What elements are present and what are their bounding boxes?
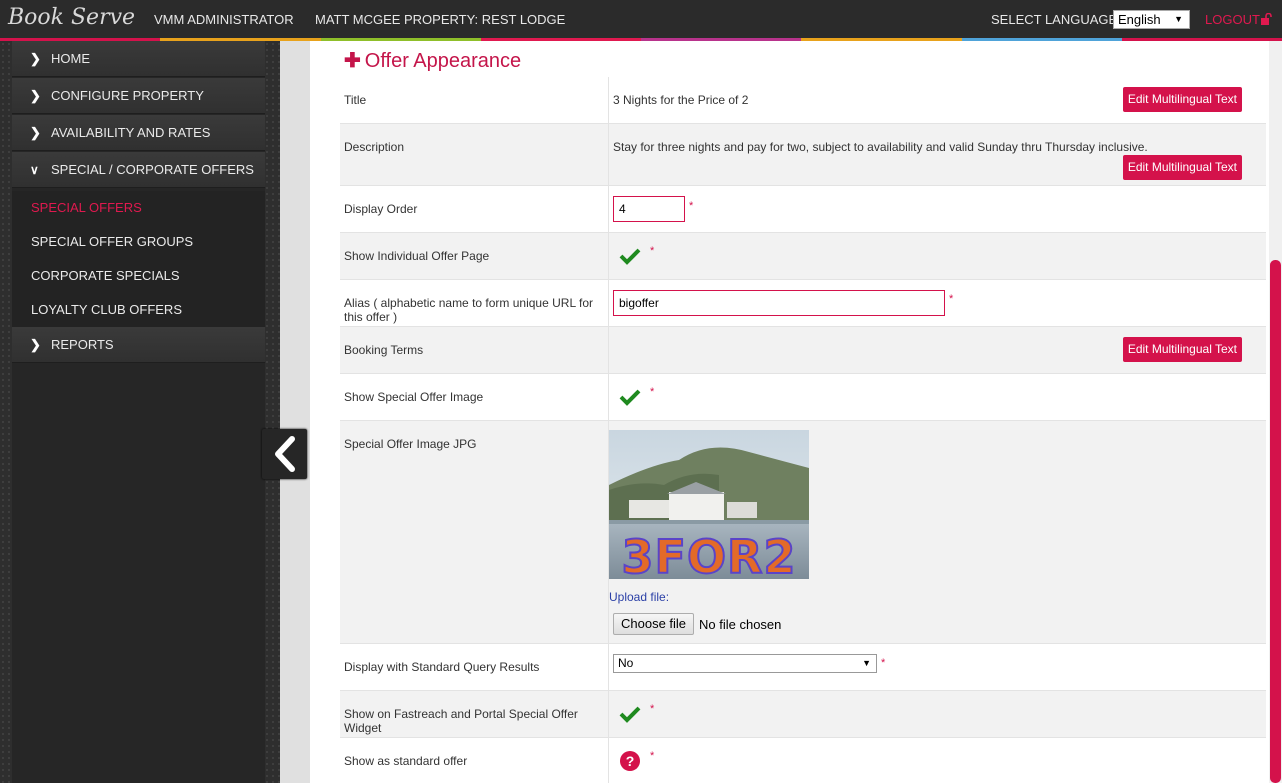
field-label: Show on Fastreach and Portal Special Off… — [344, 707, 578, 735]
edit-multilingual-booking-terms-button[interactable]: Edit Multilingual Text — [1122, 337, 1242, 362]
form-row-standard-query: Display with Standard Query Results No ▼… — [340, 644, 1266, 691]
user-name: MATT MCGEE — [315, 12, 401, 27]
collapse-sidebar-button[interactable] — [262, 429, 307, 479]
field-label: Show as standard offer — [344, 754, 468, 768]
sidebar-subitem-special-offer-groups[interactable]: SPECIAL OFFER GROUPS — [12, 225, 265, 259]
offer-image-text: 3FOR2 — [622, 530, 797, 579]
help-icon[interactable]: ? — [620, 751, 640, 771]
field-label: Description — [344, 140, 405, 154]
sidebar-subitem-loyalty-club-offers[interactable]: LOYALTY CLUB OFFERS — [12, 293, 265, 327]
required-marker: * — [650, 245, 655, 257]
chevron-right-icon: ❯ — [30, 337, 41, 352]
field-label: Display Order — [344, 202, 418, 216]
sidebar-subitem-corporate-specials[interactable]: CORPORATE SPECIALS — [12, 259, 265, 293]
checkmark-icon[interactable] — [619, 247, 641, 265]
field-label: Booking Terms — [344, 343, 424, 357]
offer-image-thumbnail: 3FOR2 — [609, 430, 809, 579]
sidebar-item-label: HOME — [51, 51, 90, 66]
top-bar: Book Serve VMM ADMINISTRATOR MATT MCGEE … — [0, 0, 1282, 40]
form-row-alias: Alias ( alphabetic name to form unique U… — [340, 280, 1266, 327]
display-order-input[interactable]: 4 — [613, 196, 685, 222]
upload-file-label: Upload file: — [609, 590, 670, 604]
scrollbar-thumb[interactable] — [1270, 260, 1281, 783]
field-label: Display with Standard Query Results — [344, 660, 540, 674]
property-name: PROPERTY: REST LODGE — [404, 12, 566, 27]
sidebar-item-reports[interactable]: ❯ REPORTS — [12, 327, 265, 363]
sidebar-subitem-special-offers[interactable]: SPECIAL OFFERS — [12, 191, 265, 225]
chevron-right-icon: ❯ — [30, 51, 41, 66]
unlock-icon[interactable] — [1260, 13, 1272, 25]
logout-link[interactable]: LOGOUT — [1205, 12, 1260, 27]
field-label: Title — [344, 93, 367, 107]
form-row-display-order: Display Order 4 * — [340, 186, 1266, 233]
description-value: Stay for three nights and pay for two, s… — [613, 140, 1148, 154]
field-label: Show Special Offer Image — [344, 390, 484, 404]
sidebar-item-label: SPECIAL / CORPORATE OFFERS — [51, 162, 254, 177]
language-label: SELECT LANGUAGE — [991, 12, 1118, 27]
alias-input[interactable]: bigoffer — [613, 290, 945, 316]
field-label: Alias ( alphabetic name to form unique U… — [344, 296, 594, 324]
required-marker: * — [650, 750, 655, 762]
edit-multilingual-title-button[interactable]: Edit Multilingual Text — [1122, 87, 1242, 112]
role-label: VMM ADMINISTRATOR — [154, 12, 294, 27]
required-marker: * — [650, 386, 655, 398]
chevron-right-icon: ❯ — [30, 125, 41, 140]
form-row-offer-image: Special Offer Image JPG 3FOR2 Upload fil… — [340, 421, 1266, 644]
checkmark-icon[interactable] — [619, 705, 641, 723]
chevron-left-icon — [274, 436, 295, 472]
sidebar-item-home[interactable]: ❯ HOME — [12, 41, 265, 77]
form-row-booking-terms: Booking Terms Edit Multilingual Text — [340, 327, 1266, 374]
sidebar-item-label: CONFIGURE PROPERTY — [51, 88, 204, 103]
field-label: Special Offer Image JPG — [344, 437, 477, 451]
language-value: English — [1118, 12, 1161, 27]
form-row-fastreach: Show on Fastreach and Portal Special Off… — [340, 691, 1266, 738]
form-row-show-individual: Show Individual Offer Page * — [340, 233, 1266, 280]
edit-multilingual-description-button[interactable]: Edit Multilingual Text — [1122, 155, 1242, 180]
no-file-chosen-text: No file chosen — [699, 617, 782, 632]
standard-query-select[interactable]: No ▼ — [613, 654, 877, 673]
required-marker: * — [881, 657, 886, 669]
field-label: Show Individual Offer Page — [344, 249, 490, 263]
dropdown-arrow-icon: ▼ — [1174, 14, 1183, 24]
title-value: 3 Nights for the Price of 2 — [613, 93, 749, 107]
form-row-description: Description Stay for three nights and pa… — [340, 124, 1266, 186]
scrollbar[interactable] — [1269, 41, 1282, 783]
chevron-down-icon: ∨ — [30, 163, 39, 177]
sidebar-item-availability-rates[interactable]: ❯ AVAILABILITY AND RATES — [12, 115, 265, 151]
required-marker: * — [949, 293, 954, 305]
sidebar-item-special-corporate-offers[interactable]: ∨ SPECIAL / CORPORATE OFFERS — [12, 152, 265, 188]
sidebar-item-label: REPORTS — [51, 337, 114, 352]
dropdown-arrow-icon: ▼ — [862, 658, 871, 668]
required-marker: * — [650, 703, 655, 715]
choose-file-button[interactable]: Choose file — [613, 613, 695, 635]
select-value: No — [618, 656, 634, 670]
form-row-title: Title 3 Nights for the Price of 2 Edit M… — [340, 77, 1266, 124]
plus-icon: ✚ — [344, 50, 361, 72]
required-marker: * — [689, 200, 694, 212]
language-select[interactable]: English ▼ — [1113, 10, 1190, 29]
sidebar-item-configure-property[interactable]: ❯ CONFIGURE PROPERTY — [12, 78, 265, 114]
checkmark-icon[interactable] — [619, 388, 641, 406]
form-row-show-image: Show Special Offer Image * — [340, 374, 1266, 421]
logo: Book Serve — [8, 5, 136, 30]
section-title[interactable]: ✚ Offer Appearance — [344, 48, 521, 73]
chevron-right-icon: ❯ — [30, 88, 41, 103]
form-row-standard-offer: Show as standard offer ? * — [340, 738, 1266, 783]
sidebar-item-label: AVAILABILITY AND RATES — [51, 125, 211, 140]
